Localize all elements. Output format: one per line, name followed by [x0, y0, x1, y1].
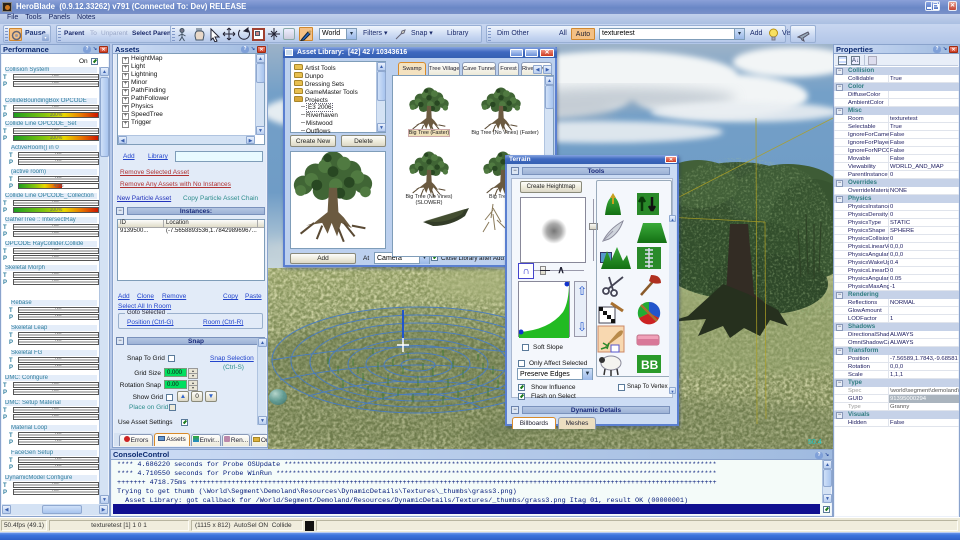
svg-text:50.4: 50.4 [808, 439, 822, 446]
svg-text:BB: BB [641, 358, 659, 372]
